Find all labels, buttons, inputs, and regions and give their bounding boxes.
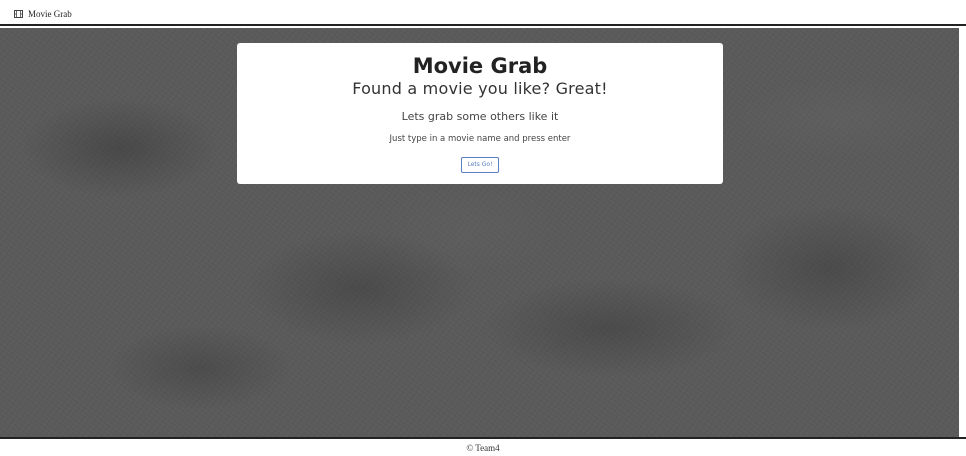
scroll-gutter [959,28,966,437]
film-icon [14,9,23,18]
hero-subtitle: Found a movie you like? Great! [352,79,608,98]
lets-go-button[interactable]: Lets Go! [461,157,499,173]
footer-copyright: © Team4 [466,443,500,453]
brand-link[interactable]: Movie Grab [14,7,72,20]
brand-label: Movie Grab [28,8,72,19]
hero-title: Movie Grab [412,54,548,78]
hero-card: Movie Grab Found a movie you like? Great… [237,43,723,184]
navbar: Movie Grab [0,0,966,26]
footer: © Team4 [0,437,966,456]
hero-hint: Just type in a movie name and press ente… [389,134,571,144]
hero-lead: Lets grab some others like it [401,110,559,123]
